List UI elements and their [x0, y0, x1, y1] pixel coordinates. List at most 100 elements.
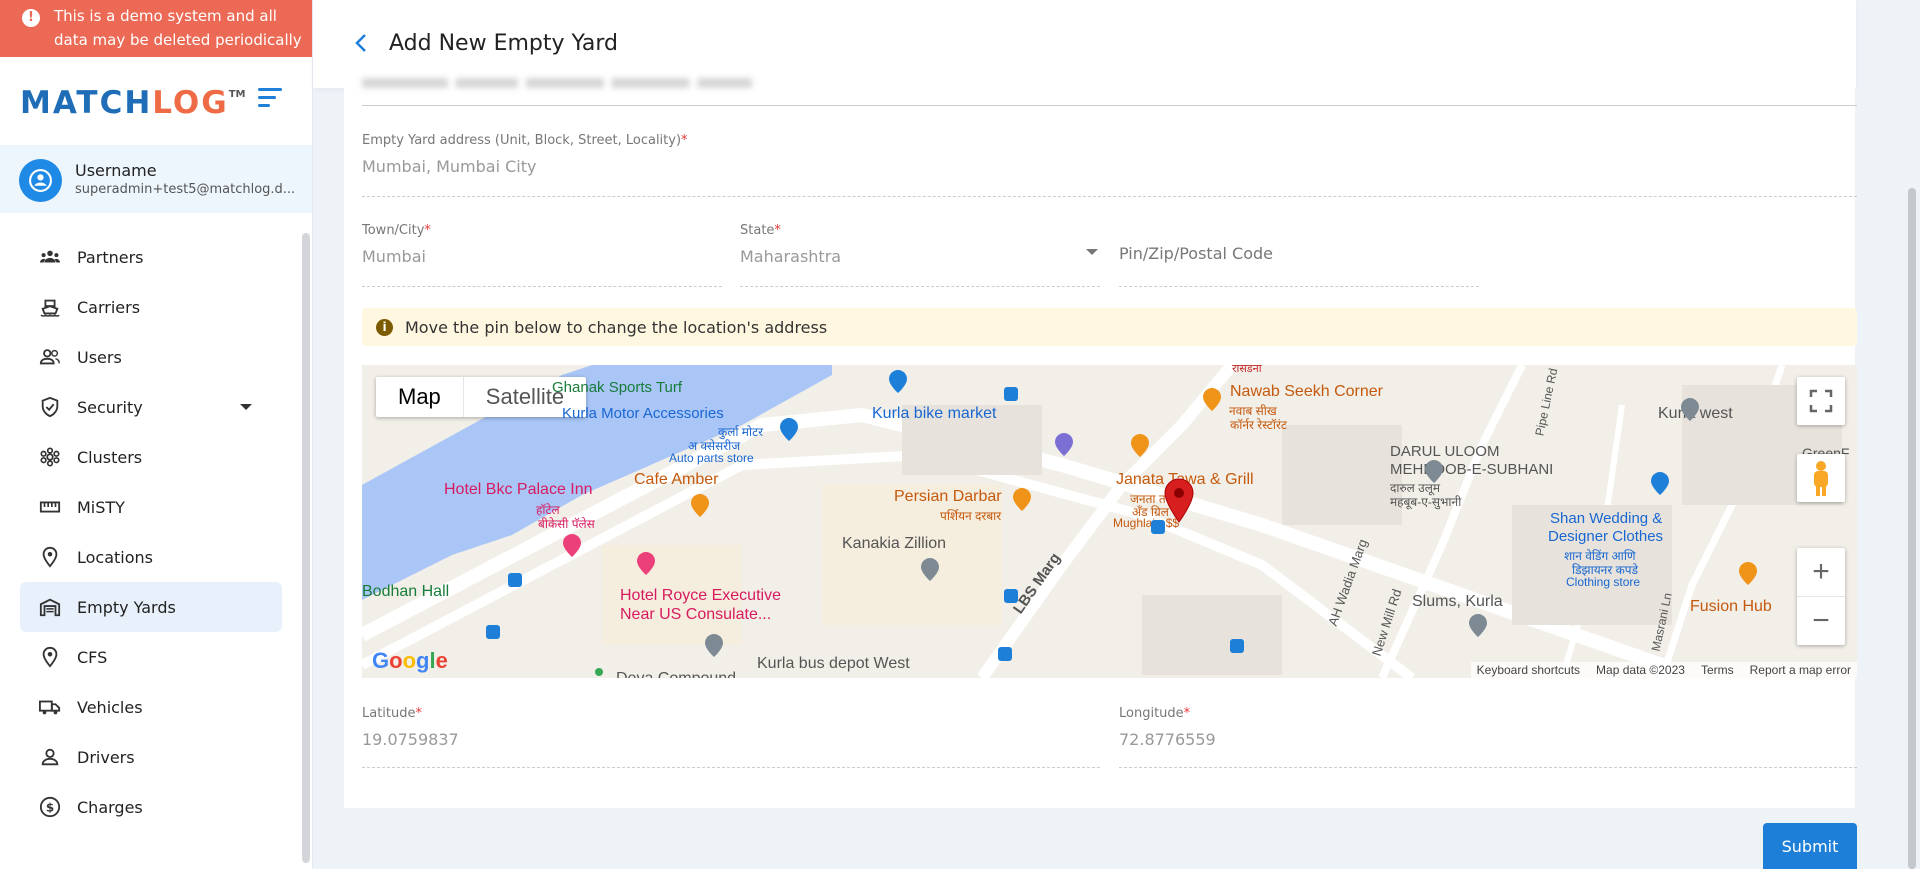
map-label[interactable]: Nawab Seekh Corner	[1230, 383, 1383, 401]
demo-warning-banner: ! This is a demo system and all data may…	[0, 0, 312, 57]
sidebar-item-misty[interactable]: MiSTY	[20, 482, 282, 532]
poi-marker-icon[interactable]	[1678, 395, 1702, 423]
sidebar-item-locations[interactable]: Locations	[20, 532, 282, 582]
city-field[interactable]: Town/City* Mumbai	[362, 223, 722, 287]
sidebar-item-label: Locations	[77, 547, 154, 567]
map-label[interactable]: Slums, Kurla	[1412, 593, 1503, 611]
map-label: Near US Consulate...	[620, 606, 772, 623]
dropdown-arrow-icon[interactable]	[1086, 249, 1098, 255]
sidebar-item-cfs[interactable]: CFS	[20, 632, 282, 682]
latitude-field[interactable]: Latitude* 19.0759837	[362, 706, 1100, 768]
poi-marker-icon[interactable]	[918, 555, 942, 583]
sidebar-item-empty-yards[interactable]: Empty Yards	[20, 582, 282, 632]
map-attribution: Keyboard shortcuts Map data ©2023 Terms …	[1470, 662, 1857, 678]
address-label: Empty Yard address (Unit, Block, Street,…	[362, 133, 682, 148]
pin-code-field[interactable]: Pin/Zip/Postal Code	[1119, 223, 1479, 287]
page-scrollbar[interactable]	[1908, 188, 1916, 869]
menu-toggle-icon[interactable]	[258, 88, 282, 112]
sidebar-item-users[interactable]: Users	[20, 332, 282, 382]
map-label[interactable]: Fusion Hub	[1690, 598, 1772, 616]
map-label: महबूब-ए-सुभानी	[1390, 495, 1462, 509]
back-button[interactable]	[350, 30, 374, 56]
bus-stop-icon	[508, 573, 522, 587]
sidebar-item-label: Drivers	[77, 747, 135, 767]
map-label[interactable]: Kurla bike market	[872, 405, 997, 423]
sidebar-item-carriers[interactable]: Carriers	[20, 282, 282, 332]
map-label[interactable]: Bodhan Hall	[362, 583, 449, 601]
map-label: MEHBOOB-E-SUBHANI	[1390, 461, 1554, 478]
map-label[interactable]: Shan Wedding &	[1550, 510, 1662, 527]
restaurant-icon[interactable]	[688, 491, 712, 519]
shopping-bag-icon[interactable]	[777, 415, 801, 443]
longitude-field[interactable]: Longitude* 72.8776559	[1119, 706, 1857, 768]
latitude-label: Latitude	[362, 706, 416, 721]
hotel-icon[interactable]	[634, 549, 658, 577]
map-label: रासडनी	[1232, 365, 1262, 375]
user-profile[interactable]: Username superadmin+test5@matchlog.d...	[0, 145, 312, 213]
restaurant-icon[interactable]	[1128, 431, 1152, 459]
map-view[interactable]: Map Satellite Ghanak Sports Turf Kurla M…	[362, 365, 1857, 678]
google-logo[interactable]: Google	[372, 648, 448, 674]
map-label[interactable]: Cafe Amber	[634, 471, 718, 489]
sidebar-item-drivers[interactable]: Drivers	[20, 732, 282, 782]
clothing-store-icon[interactable]	[1648, 469, 1672, 497]
mosque-icon[interactable]	[1422, 457, 1446, 485]
map-label: बीकेसी पॅलेस	[538, 517, 595, 531]
map-label[interactable]: Kurla bus depot West	[757, 655, 910, 673]
longitude-label: Longitude	[1119, 706, 1184, 721]
warning-icon: !	[22, 9, 40, 27]
map-label[interactable]: Hotel Royce Executive	[620, 587, 781, 605]
state-select[interactable]: State* Maharashtra	[740, 223, 1100, 287]
gas-station-icon[interactable]	[1052, 430, 1076, 458]
sidebar: ! This is a demo system and all data may…	[0, 0, 313, 869]
location-pin-marker[interactable]	[1162, 477, 1196, 523]
ship-icon	[39, 296, 61, 318]
terms-link[interactable]: Terms	[1701, 663, 1734, 677]
bus-stop-icon	[1230, 639, 1244, 653]
info-text: Move the pin below to change the locatio…	[405, 317, 828, 337]
map-type-map-button[interactable]: Map	[376, 377, 463, 417]
bus-stop-icon	[486, 625, 500, 639]
shopping-cart-icon[interactable]	[886, 367, 910, 395]
map-label[interactable]: Kurla Motor Accessories	[562, 405, 724, 422]
zoom-in-button[interactable]: +	[1797, 548, 1845, 596]
street-view-pegman[interactable]	[1797, 454, 1845, 502]
map-label[interactable]: Persian Darbar	[894, 488, 1002, 506]
sidebar-item-label: MiSTY	[77, 497, 125, 517]
sidebar-item-label: Vehicles	[77, 697, 143, 717]
restaurant-icon[interactable]	[1200, 385, 1224, 413]
sidebar-item-vehicles[interactable]: Vehicles	[20, 682, 282, 732]
map-label: Clothing store	[1566, 575, 1641, 589]
sidebar-item-partners[interactable]: Partners	[20, 232, 282, 282]
sidebar-item-security[interactable]: Security	[20, 382, 282, 432]
map-label[interactable]: Ghanak Sports Turf	[552, 379, 682, 396]
sidebar-scrollbar[interactable]	[302, 233, 310, 863]
demo-warning-text: This is a demo system and all data may b…	[54, 7, 302, 49]
sidebar-item-charges[interactable]: $ Charges	[20, 782, 282, 832]
bus-stop-icon	[1004, 387, 1018, 401]
fullscreen-button[interactable]	[1797, 377, 1845, 425]
report-map-error-link[interactable]: Report a map error	[1750, 663, 1851, 677]
sidebar-item-label: Carriers	[77, 297, 141, 317]
keyboard-shortcuts-link[interactable]: Keyboard shortcuts	[1477, 663, 1580, 677]
zoom-out-button[interactable]: −	[1797, 596, 1845, 644]
sidebar-item-label: Charges	[77, 797, 143, 817]
restaurant-icon[interactable]	[1736, 559, 1760, 587]
map-label[interactable]: Hotel Bkc Palace Inn	[444, 481, 593, 499]
hotel-icon[interactable]	[560, 531, 584, 559]
restaurant-icon[interactable]	[1010, 485, 1034, 513]
sidebar-item-clusters[interactable]: Clusters	[20, 432, 282, 482]
user-email: superadmin+test5@matchlog.d...	[75, 182, 296, 197]
map-label[interactable]: Kanakia Zillion	[842, 535, 946, 553]
bus-stop-icon	[1004, 589, 1018, 603]
address-field[interactable]: Empty Yard address (Unit, Block, Street,…	[362, 133, 1857, 197]
sidebar-item-label: Partners	[77, 247, 144, 267]
sidebar-item-label: Users	[77, 347, 122, 367]
matchlog-logo[interactable]: MATCHLOGTM	[20, 85, 246, 121]
submit-button[interactable]: Submit	[1763, 823, 1857, 869]
poi-marker-icon[interactable]	[1466, 611, 1490, 639]
poi-marker-icon[interactable]	[702, 631, 726, 659]
chevron-down-icon[interactable]	[240, 404, 252, 410]
chevron-left-icon	[355, 34, 366, 52]
ruler-icon	[39, 496, 61, 518]
